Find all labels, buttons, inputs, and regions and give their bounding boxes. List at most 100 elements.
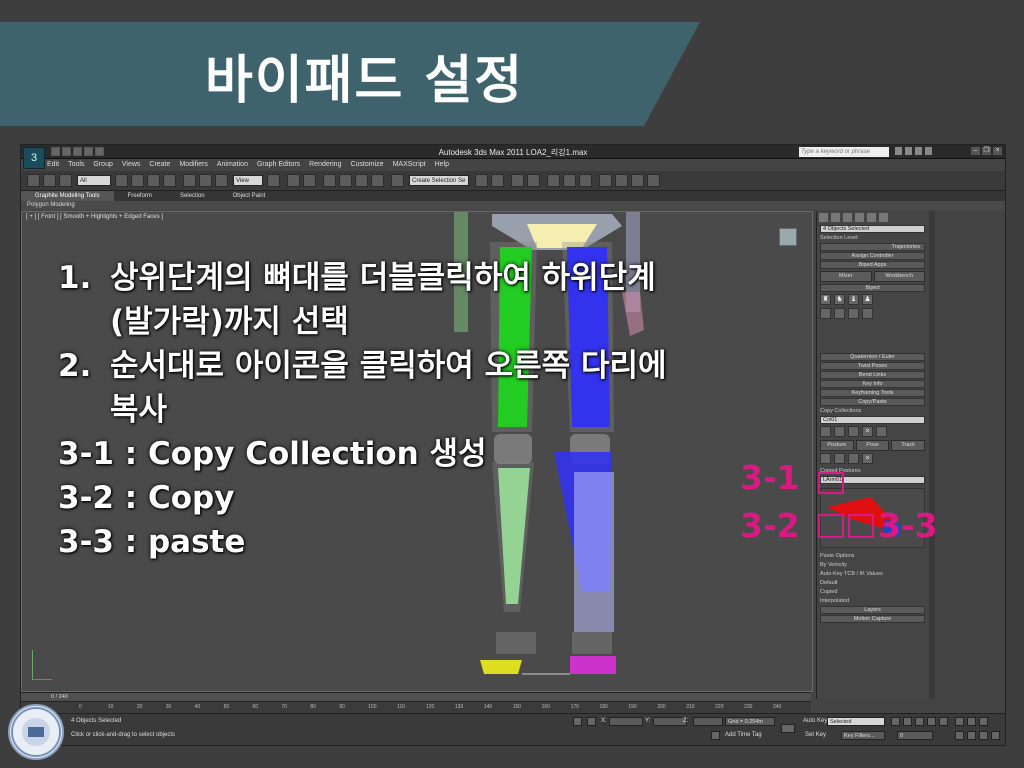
delete-collection-icon[interactable]: × bbox=[862, 426, 873, 437]
mixer-mode-icon[interactable]: ♟ bbox=[862, 294, 873, 305]
trajectories-button[interactable]: Trajectories bbox=[820, 243, 925, 251]
selection-filter-dropdown[interactable]: All bbox=[77, 175, 111, 186]
x-coordinate-field[interactable] bbox=[609, 717, 643, 726]
maximize-viewport-icon[interactable] bbox=[991, 731, 1000, 740]
paste-opposite-icon[interactable] bbox=[848, 453, 859, 464]
layer-manager-icon[interactable] bbox=[511, 174, 524, 187]
copy-posture-icon[interactable] bbox=[820, 453, 831, 464]
objects-selected-field[interactable]: 4 Objects Selected bbox=[820, 225, 925, 233]
menu-graph-editors[interactable]: Graph Editors bbox=[257, 159, 300, 171]
angle-snap-icon[interactable] bbox=[339, 174, 352, 187]
delete-all-collections-icon[interactable] bbox=[876, 426, 887, 437]
by-velocity-checkbox[interactable]: By Velocity bbox=[820, 561, 925, 569]
command-panel-scrollbar[interactable] bbox=[929, 211, 935, 699]
delete-posture-icon[interactable]: × bbox=[862, 453, 873, 464]
mixer-button[interactable]: Mixer bbox=[820, 271, 872, 282]
rotate-icon[interactable] bbox=[199, 174, 212, 187]
binoculars-icon[interactable] bbox=[895, 147, 902, 155]
orbit-icon[interactable] bbox=[979, 731, 988, 740]
render-production-icon[interactable] bbox=[631, 174, 644, 187]
menu-maxscript[interactable]: MAXScript bbox=[393, 159, 426, 171]
menu-create[interactable]: Create bbox=[149, 159, 170, 171]
create-collection-icon[interactable] bbox=[820, 426, 831, 437]
footstep-mode-icon[interactable]: ♞ bbox=[834, 294, 845, 305]
percent-snap-icon[interactable] bbox=[355, 174, 368, 187]
play-icon[interactable] bbox=[915, 717, 924, 726]
workbench-button[interactable]: Workbench bbox=[873, 271, 925, 282]
render-setup-icon[interactable] bbox=[599, 174, 612, 187]
select-manipulate-icon[interactable] bbox=[287, 174, 300, 187]
assign-controller-rollout[interactable]: Assign Controller bbox=[820, 252, 925, 260]
curve-editor-icon[interactable] bbox=[547, 174, 560, 187]
time-slider[interactable]: 0 / 240 bbox=[21, 692, 811, 701]
paste-posture-icon[interactable] bbox=[834, 453, 845, 464]
copied-radio[interactable]: Copied bbox=[820, 588, 925, 596]
rendered-frame-icon[interactable] bbox=[615, 174, 628, 187]
display-tab-icon[interactable] bbox=[867, 213, 876, 222]
create-tab-icon[interactable] bbox=[819, 213, 828, 222]
ribbon-panel-polygon-modeling[interactable]: Polygon Modeling bbox=[21, 201, 1005, 210]
rectangular-selection-icon[interactable] bbox=[147, 174, 160, 187]
communication-icon[interactable] bbox=[905, 147, 912, 155]
absolute-mode-icon[interactable] bbox=[587, 717, 596, 726]
menu-customize[interactable]: Customize bbox=[350, 159, 383, 171]
viewcube[interactable] bbox=[779, 228, 797, 246]
current-frame-field[interactable]: 0 bbox=[897, 731, 933, 740]
default-radio[interactable]: Default bbox=[820, 579, 925, 587]
select-object-icon[interactable] bbox=[115, 174, 128, 187]
bend-links-rollout[interactable]: Bend Links bbox=[820, 371, 925, 379]
menu-help[interactable]: Help bbox=[435, 159, 449, 171]
auto-key-button[interactable]: Auto Key bbox=[803, 718, 827, 724]
interpolated-radio[interactable]: Interpolated bbox=[820, 597, 925, 605]
motion-flow-icon[interactable]: ♝ bbox=[848, 294, 859, 305]
track-tab[interactable]: Track bbox=[891, 440, 926, 451]
tab-freeform[interactable]: Freeform bbox=[114, 191, 166, 201]
menu-views[interactable]: Views bbox=[122, 159, 141, 171]
keyboard-shortcut-icon[interactable] bbox=[303, 174, 316, 187]
figure-mode-icon[interactable]: ♜ bbox=[820, 294, 831, 305]
collection-dropdown[interactable]: Col01 bbox=[820, 416, 925, 424]
menu-rendering[interactable]: Rendering bbox=[309, 159, 341, 171]
menu-edit[interactable]: Edit bbox=[47, 159, 59, 171]
menu-group[interactable]: Group bbox=[93, 159, 112, 171]
edit-named-selection-icon[interactable] bbox=[391, 174, 404, 187]
field-of-view-icon[interactable] bbox=[955, 731, 964, 740]
bind-space-warp-icon[interactable] bbox=[59, 174, 72, 187]
load-collection-icon[interactable] bbox=[834, 426, 845, 437]
tab-selection[interactable]: Selection bbox=[166, 191, 219, 201]
align-icon[interactable] bbox=[491, 174, 504, 187]
mirror-icon[interactable] bbox=[475, 174, 488, 187]
zoom-extents-icon[interactable] bbox=[979, 717, 988, 726]
move-all-icon[interactable] bbox=[862, 308, 873, 319]
save-collection-icon[interactable] bbox=[848, 426, 859, 437]
modify-tab-icon[interactable] bbox=[831, 213, 840, 222]
biped-rollout[interactable]: Biped bbox=[820, 284, 925, 292]
selected-dropdown[interactable]: Selected bbox=[827, 717, 885, 726]
z-coordinate-field[interactable] bbox=[693, 717, 723, 726]
zoom-all-icon[interactable] bbox=[967, 717, 976, 726]
next-frame-icon[interactable] bbox=[927, 717, 936, 726]
key-info-rollout[interactable]: Key Info bbox=[820, 380, 925, 388]
search-input[interactable]: Type a keyword or phrase bbox=[799, 147, 889, 157]
spinner-snap-icon[interactable] bbox=[371, 174, 384, 187]
save-file-icon[interactable] bbox=[834, 308, 845, 319]
biped-apps-rollout[interactable]: Biped Apps bbox=[820, 261, 925, 269]
add-time-tag-button[interactable]: Add Time Tag bbox=[725, 732, 762, 738]
link-icon[interactable] bbox=[27, 174, 40, 187]
tab-graphite-modeling-tools[interactable]: Graphite Modeling Tools bbox=[21, 191, 114, 201]
layers-rollout[interactable]: Layers bbox=[820, 606, 925, 614]
posture-tab[interactable]: Posture bbox=[820, 440, 854, 451]
menu-animation[interactable]: Animation bbox=[217, 159, 248, 171]
select-by-name-icon[interactable] bbox=[131, 174, 144, 187]
key-filters-button[interactable]: Key Filters... bbox=[841, 731, 885, 740]
minimize-icon[interactable]: – bbox=[971, 147, 980, 155]
previous-frame-icon[interactable] bbox=[903, 717, 912, 726]
hierarchy-tab-icon[interactable] bbox=[843, 213, 852, 222]
help-icon[interactable] bbox=[925, 147, 932, 155]
graphite-tools-icon[interactable] bbox=[527, 174, 540, 187]
window-crossing-icon[interactable] bbox=[163, 174, 176, 187]
quaternion-euler-rollout[interactable]: Quaternion / Euler bbox=[820, 353, 925, 361]
render-teapot-icon[interactable] bbox=[647, 174, 660, 187]
material-editor-icon[interactable] bbox=[579, 174, 592, 187]
set-key-button[interactable]: Set Key bbox=[805, 732, 826, 738]
